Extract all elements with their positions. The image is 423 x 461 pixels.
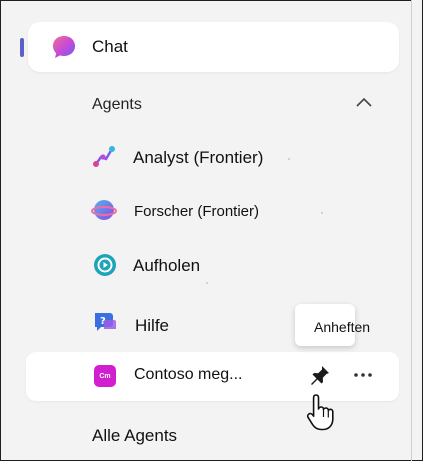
sidebar-item-catch-up[interactable]: Aufholen <box>89 247 329 283</box>
sidebar-panel: Chat Agents Analyst (Frontier) Forscher … <box>0 0 423 461</box>
chat-label: Chat <box>92 37 128 56</box>
svg-text:?: ? <box>100 316 106 327</box>
active-indicator <box>20 38 24 57</box>
sidebar-item-help[interactable]: ? Hilfe <box>89 306 269 342</box>
sidebar-item-contoso[interactable]: Cm Contoso meg... <box>26 352 399 401</box>
contoso-app-icon: Cm <box>94 365 116 387</box>
tooltip-label: Anheften <box>314 319 371 335</box>
sidebar-item-label: Aufholen <box>133 256 201 275</box>
contoso-icon-text: Cm <box>99 372 111 380</box>
sidebar-item-label: Contoso meg... <box>134 366 243 383</box>
sidebar-item-label: Hilfe <box>135 316 170 335</box>
sidebar-item-researcher[interactable]: Forscher (Frontier) <box>89 193 329 229</box>
sidebar-item-label: Forscher (Frontier) <box>134 203 260 220</box>
all-agents-link[interactable]: Alle Agents <box>92 426 177 446</box>
scrollbar-track[interactable] <box>412 0 422 459</box>
hand-cursor-icon <box>306 394 334 431</box>
pin-icon[interactable] <box>309 364 331 386</box>
analyst-icon <box>93 146 115 167</box>
pin-tooltip: Anheften <box>295 304 370 346</box>
sidebar-item-analyst[interactable]: Analyst (Frontier) <box>89 139 329 175</box>
artifact-dot <box>321 212 323 214</box>
chevron-up-icon[interactable] <box>355 96 373 108</box>
help-icon: ? <box>95 313 116 331</box>
sidebar-item-chat[interactable]: Chat <box>28 22 399 72</box>
more-options-icon[interactable] <box>352 367 374 383</box>
artifact-dot <box>206 282 208 284</box>
copilot-chat-icon <box>53 36 75 58</box>
catch-up-icon <box>94 254 116 276</box>
agents-section-label: Agents <box>92 96 142 113</box>
artifact-dot <box>288 158 290 160</box>
sidebar-item-label: Analyst (Frontier) <box>133 148 264 167</box>
researcher-icon <box>91 200 117 220</box>
